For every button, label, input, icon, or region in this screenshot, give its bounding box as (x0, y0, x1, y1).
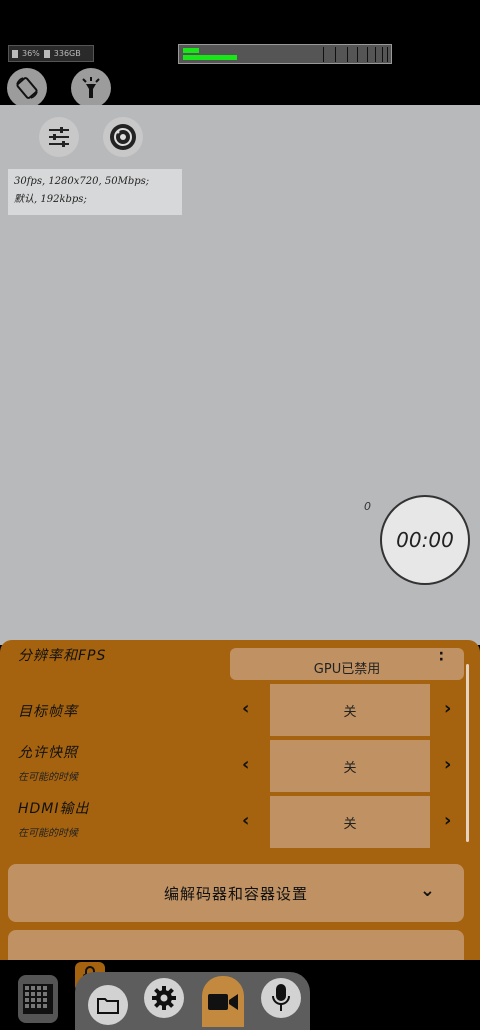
settings-sliders-button[interactable] (39, 117, 79, 157)
camera-info-overlay: 30fps, 1280x720, 50Mbps; 默认, 192kbps; (8, 169, 182, 215)
hdmi-output-value[interactable]: 关 (270, 796, 430, 848)
record-button[interactable]: 00:00 (380, 495, 470, 585)
target-framerate-next-button[interactable]: › (444, 698, 451, 719)
target-framerate-prev-button[interactable]: ‹ (242, 698, 249, 719)
allow-snapshot-prev-button[interactable]: ‹ (242, 754, 249, 775)
hdmi-output-label: HDMI输出 (18, 801, 90, 817)
video-icon (208, 993, 238, 1010)
folder-button[interactable] (88, 985, 128, 1025)
allow-snapshot-sub: 在可能的时候 (18, 772, 78, 783)
microphone-icon (272, 984, 290, 1011)
video-mode-button[interactable] (202, 976, 244, 1027)
panel-scrollbar[interactable] (466, 664, 469, 842)
storage-icon (43, 49, 50, 58)
meter-tick (323, 47, 324, 62)
target-framerate-value[interactable]: 关 (270, 684, 430, 736)
meter-tick (375, 47, 376, 62)
level-bar-bottom (183, 55, 237, 60)
settings-button[interactable] (144, 978, 184, 1018)
counter-label: 0 (364, 500, 371, 513)
storage-pct: 36% (22, 49, 40, 58)
meter-tick (387, 47, 388, 62)
storage-status: 36% 336GB (8, 45, 94, 62)
resolution-fps-label: 分辨率和FPS (18, 648, 107, 664)
record-timer: 00:00 (396, 528, 454, 552)
gear-icon (152, 986, 176, 1010)
lens-button[interactable] (103, 117, 143, 157)
folder-icon (97, 998, 119, 1014)
hdmi-output-next-button[interactable]: › (444, 810, 451, 831)
audio-mode-button[interactable] (261, 978, 301, 1018)
hdmi-output-value-text: 关 (343, 816, 357, 832)
chevron-down-icon: ⌄ (419, 880, 436, 901)
sd-card-icon (12, 49, 18, 58)
storage-size: 336GB (53, 49, 81, 58)
level-bar-top (183, 48, 199, 53)
meter-tick (335, 47, 336, 62)
rotate-button[interactable] (7, 68, 47, 108)
meter-tick (347, 47, 348, 62)
grid-icon (23, 984, 53, 1014)
meter-tick (357, 47, 358, 62)
lens-icon (110, 124, 136, 150)
grid-button[interactable] (18, 975, 58, 1023)
meter-tick (367, 47, 368, 62)
allow-snapshot-value-text: 关 (343, 760, 357, 776)
hdmi-output-sub: 在可能的时候 (18, 828, 78, 839)
allow-snapshot-value[interactable]: 关 (270, 740, 430, 792)
more-options-icon[interactable]: · · (439, 647, 444, 667)
target-framerate-value-text: 关 (343, 704, 357, 720)
gpu-status-card[interactable]: GPU已禁用 (230, 648, 464, 680)
flashlight-icon (82, 77, 100, 98)
codec-section-title: 编解码器和容器设置 (163, 884, 308, 903)
meter-tick (382, 47, 383, 62)
sliders-icon (49, 127, 69, 147)
flashlight-button[interactable] (71, 68, 111, 108)
allow-snapshot-next-button[interactable]: › (444, 754, 451, 775)
gpu-status-text: GPU已禁用 (313, 662, 381, 677)
audio-settings-text: 默认, 192kbps; (14, 194, 87, 205)
allow-snapshot-label: 允许快照 (18, 745, 78, 761)
rotate-icon (16, 77, 38, 99)
hdmi-output-prev-button[interactable]: ‹ (242, 810, 249, 831)
audio-level-meter (178, 44, 392, 64)
target-framerate-label: 目标帧率 (18, 704, 78, 720)
codec-container-settings-section[interactable]: 编解码器和容器设置 ⌄ (8, 864, 464, 922)
video-settings-text: 30fps, 1280x720, 50Mbps; (14, 176, 150, 187)
